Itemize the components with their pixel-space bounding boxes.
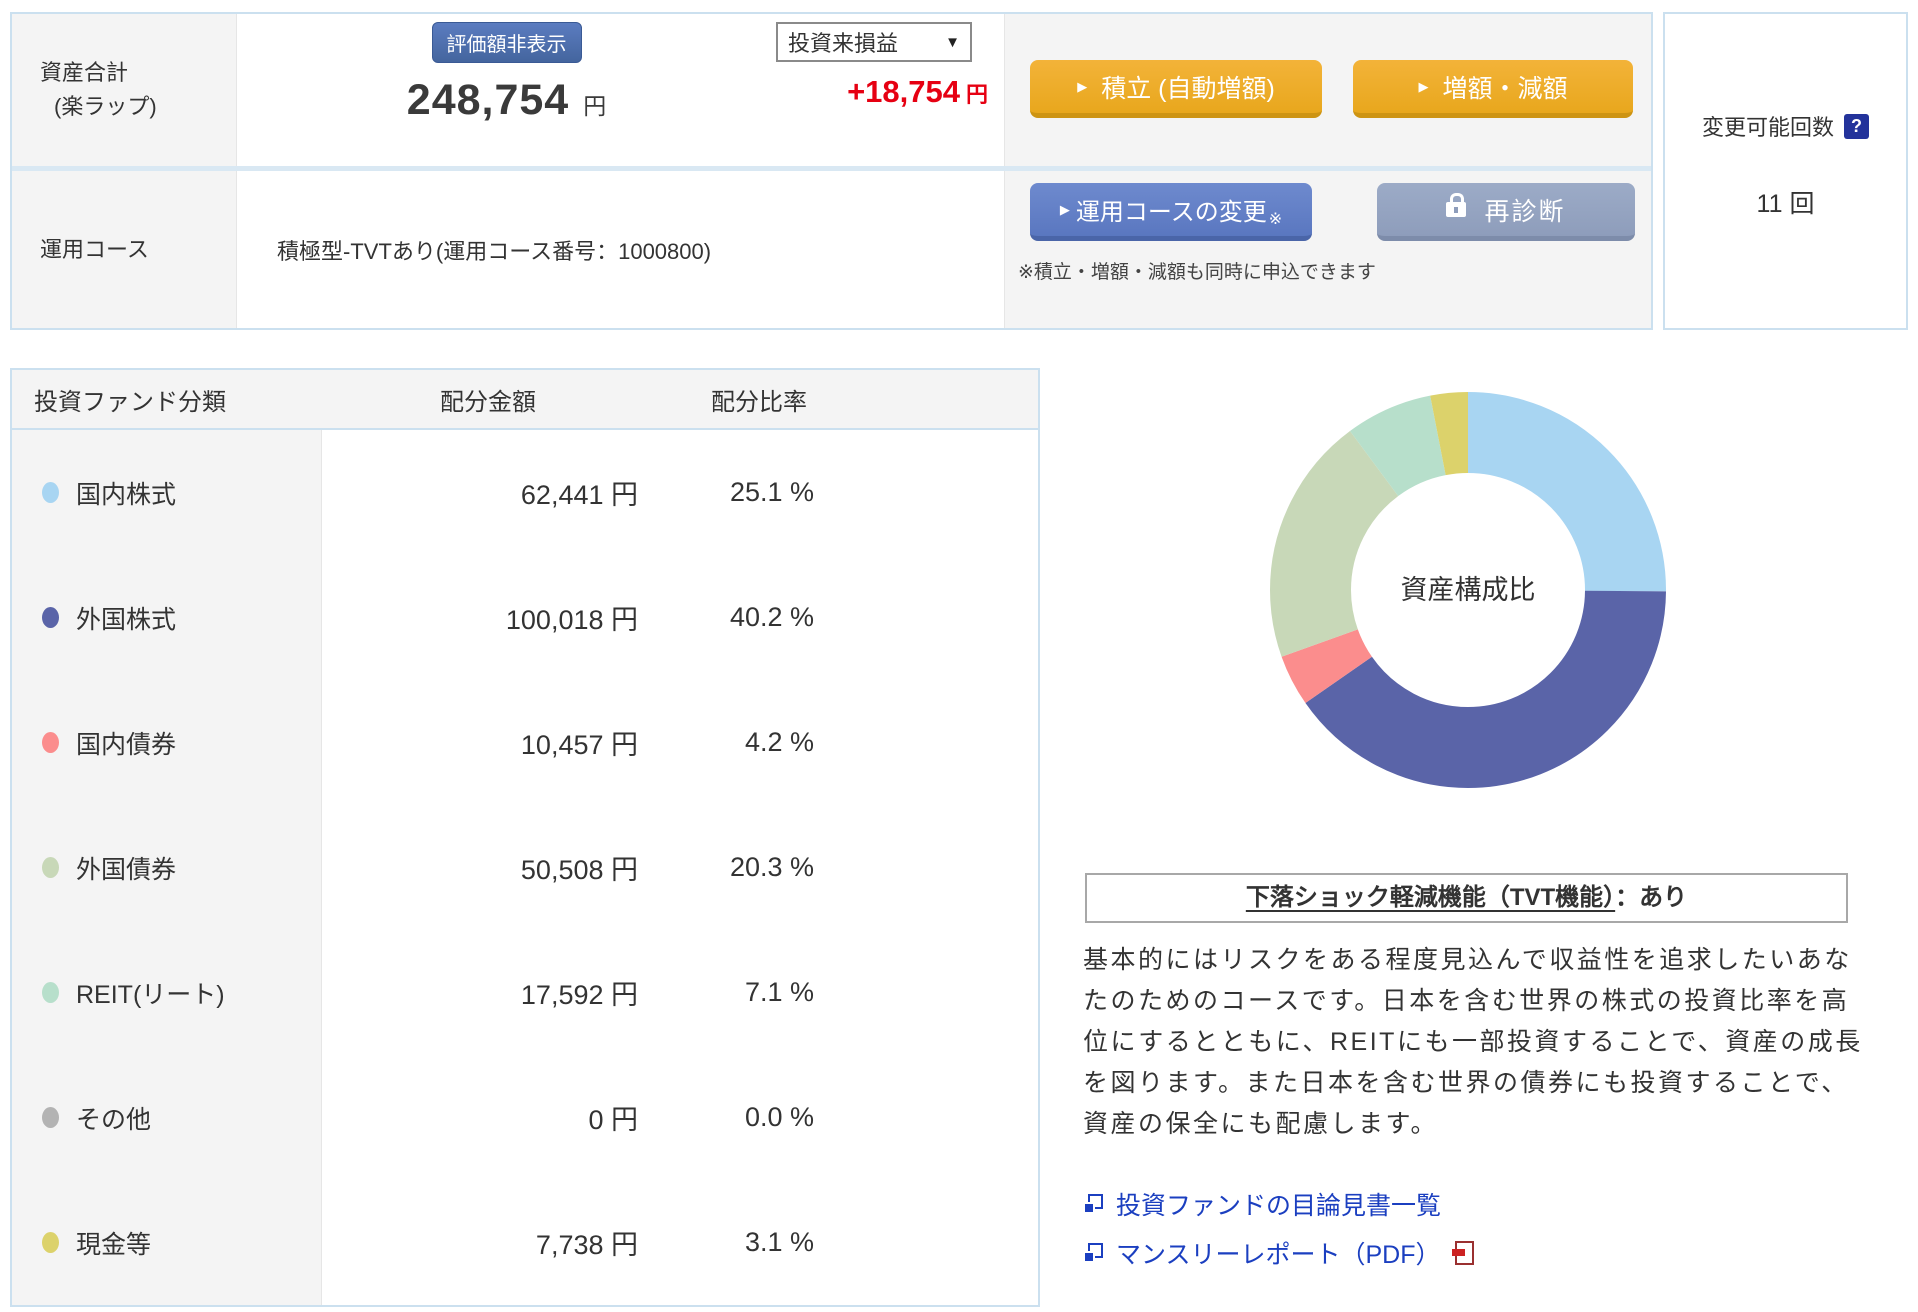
allocation-ratio: 0.0 %	[744, 1102, 814, 1132]
header-amount: 配分金額	[440, 388, 536, 416]
allocation-amount: 0 円	[588, 1105, 638, 1135]
page: 資産合計 (楽ラップ) 評価額非表示 248,754 円 投資来損益 ▼ +18…	[0, 0, 1918, 1312]
simultaneous-application-note: ※積立・増額・減額も同時に申込できます	[1018, 262, 1376, 283]
fund-class-cell: 外国株式	[12, 555, 322, 680]
fund-class-label: 外国株式	[76, 605, 177, 634]
arrow-right-icon: ▶	[1077, 78, 1088, 94]
course-description: 基本的にはリスクをある程度見込んで収益性を追求したいあなたのためのコースです。日…	[1083, 946, 1863, 1138]
allocation-ratio: 20.3 %	[729, 852, 814, 882]
pl-value-line: +18,754 円	[776, 74, 988, 110]
hide-valuation-badge[interactable]: 評価額非表示	[431, 22, 582, 63]
allocation-table-header: 投資ファンド分類 配分金額 配分比率	[12, 370, 1038, 430]
prospectus-link[interactable]: 投資ファンドの目論見書一覧	[1116, 1186, 1441, 1222]
asset-composition-donut-chart: 資産構成比	[1270, 392, 1666, 788]
zougaku-gengaku-button[interactable]: ▶ 増額・減額	[1353, 60, 1633, 118]
table-row: 外国債券 50,508 円 20.3 %	[12, 805, 1038, 930]
allocation-ratio: 7.1 %	[744, 977, 814, 1007]
rediagnosis-button[interactable]: 再診断	[1377, 183, 1635, 241]
legend-dot-icon	[42, 1107, 59, 1128]
asset-value-block: 評価額非表示 248,754 円	[237, 14, 776, 166]
table-row: 国内株式 62,441 円 25.1 %	[12, 430, 1038, 555]
tvt-feature-status: ：あり	[1615, 884, 1688, 911]
allocation-ratio: 3.1 %	[744, 1227, 814, 1257]
fund-class-label: その他	[76, 1105, 152, 1134]
total-asset-value: 248,754	[406, 76, 570, 124]
legend-dot-icon	[42, 482, 59, 503]
chevron-down-icon: ▼	[945, 33, 960, 51]
course-value: 積極型-TVTあり(運用コース番号：1000800)	[237, 171, 1005, 328]
header-fund-class: 投資ファンド分類	[34, 388, 226, 416]
pl-unit: 円	[965, 82, 988, 107]
summary-panel: 資産合計 (楽ラップ) 評価額非表示 248,754 円 投資来損益 ▼ +18…	[10, 12, 1653, 330]
allocation-amount: 50,508 円	[520, 855, 638, 885]
prospectus-link-row: 投資ファンドの目論見書一覧	[1083, 1186, 1474, 1222]
asset-total-label-line2: (楽ラップ)	[54, 94, 157, 119]
table-row: 外国株式 100,018 円 40.2 %	[12, 555, 1038, 680]
allocation-amount: 17,592 円	[520, 980, 638, 1010]
allocation-amount: 62,441 円	[520, 480, 638, 510]
monthly-report-link-row: マンスリーレポート（PDF）	[1083, 1235, 1474, 1271]
allocation-ratio: 4.2 %	[744, 727, 814, 757]
asset-total-label-line1: 資産合計	[40, 60, 129, 85]
lock-icon	[1446, 193, 1467, 217]
fund-class-label: 外国債券	[76, 855, 177, 884]
legend-dot-icon	[42, 1232, 59, 1253]
allocation-table-body: 国内株式 62,441 円 25.1 % 外国株式 100,018 円 40.2 % 国内債…	[12, 430, 1038, 1305]
change-count-panel: 変更可能回数 ? 11 回	[1663, 12, 1908, 330]
asset-total-label: 資産合計 (楽ラップ)	[12, 14, 237, 166]
legend-dot-icon	[42, 732, 59, 753]
allocation-ratio: 40.2 %	[729, 602, 814, 632]
monthly-report-link[interactable]: マンスリーレポート（PDF）	[1116, 1235, 1441, 1271]
fund-class-cell: 現金等	[12, 1180, 322, 1305]
change-count-label: 変更可能回数	[1701, 115, 1834, 140]
external-link-icon	[1083, 1243, 1103, 1263]
table-row: 現金等 7,738 円 3.1 %	[12, 1180, 1038, 1305]
asset-total-cell: 評価額非表示 248,754 円 投資来損益 ▼ +18,754 円	[237, 14, 1005, 166]
help-icon[interactable]: ?	[1844, 113, 1869, 139]
allocation-amount: 7,738 円	[535, 1230, 638, 1260]
course-change-button[interactable]: ▶ 運用コースの変更 ※	[1030, 183, 1312, 241]
allocation-amount: 100,018 円	[505, 605, 638, 635]
fund-class-cell: 外国債券	[12, 805, 322, 930]
fund-class-cell: 国内債券	[12, 680, 322, 805]
fund-class-label: 国内株式	[76, 480, 177, 509]
course-label: 運用コース	[12, 171, 237, 328]
fund-class-label: 現金等	[76, 1230, 152, 1259]
fund-class-label: 国内債券	[76, 730, 177, 759]
header-ratio: 配分比率	[711, 388, 807, 416]
legend-dot-icon	[42, 607, 59, 628]
tvt-feature-title: 下落ショック軽減機能（TVT機能）	[1245, 884, 1616, 911]
total-asset-value-line: 248,754 円	[237, 76, 776, 125]
table-row: REIT(リート) 17,592 円 7.1 %	[12, 930, 1038, 1055]
tvt-feature-box: 下落ショック軽減機能（TVT機能）：あり	[1085, 873, 1848, 923]
table-row: 国内債券 10,457 円 4.2 %	[12, 680, 1038, 805]
table-row: その他 0 円 0.0 %	[12, 1055, 1038, 1180]
allocation-amount: 10,457 円	[520, 730, 638, 760]
fund-class-cell: 国内株式	[12, 430, 322, 555]
total-asset-unit: 円	[583, 93, 607, 119]
pl-period-selected: 投資来損益	[788, 31, 899, 56]
external-link-icon	[1083, 1194, 1103, 1214]
donut-center-label: 資産構成比	[1401, 575, 1536, 605]
pdf-icon	[1451, 1241, 1474, 1265]
legend-dot-icon	[42, 857, 59, 878]
tsumitate-button[interactable]: ▶ 積立 (自動増額)	[1030, 60, 1322, 118]
arrow-right-icon: ▶	[1059, 201, 1070, 217]
allocation-table: 投資ファンド分類 配分金額 配分比率 国内株式 62,441 円 25.1 % 外国株…	[10, 368, 1040, 1307]
pl-value: +18,754	[847, 74, 960, 109]
fund-class-cell: REIT(リート)	[12, 930, 322, 1055]
pl-period-select[interactable]: 投資来損益 ▼	[776, 22, 972, 62]
fund-class-label: REIT(リート)	[76, 980, 225, 1009]
document-links: 投資ファンドの目論見書一覧 マンスリーレポート（PDF）	[1083, 1186, 1474, 1284]
fund-class-cell: その他	[12, 1055, 322, 1180]
legend-dot-icon	[42, 982, 59, 1003]
pl-block: 投資来損益 ▼ +18,754 円	[776, 14, 988, 166]
allocation-ratio: 25.1 %	[729, 477, 814, 507]
arrow-right-icon: ▶	[1418, 78, 1429, 94]
change-count-value: 11 回	[1756, 190, 1815, 218]
